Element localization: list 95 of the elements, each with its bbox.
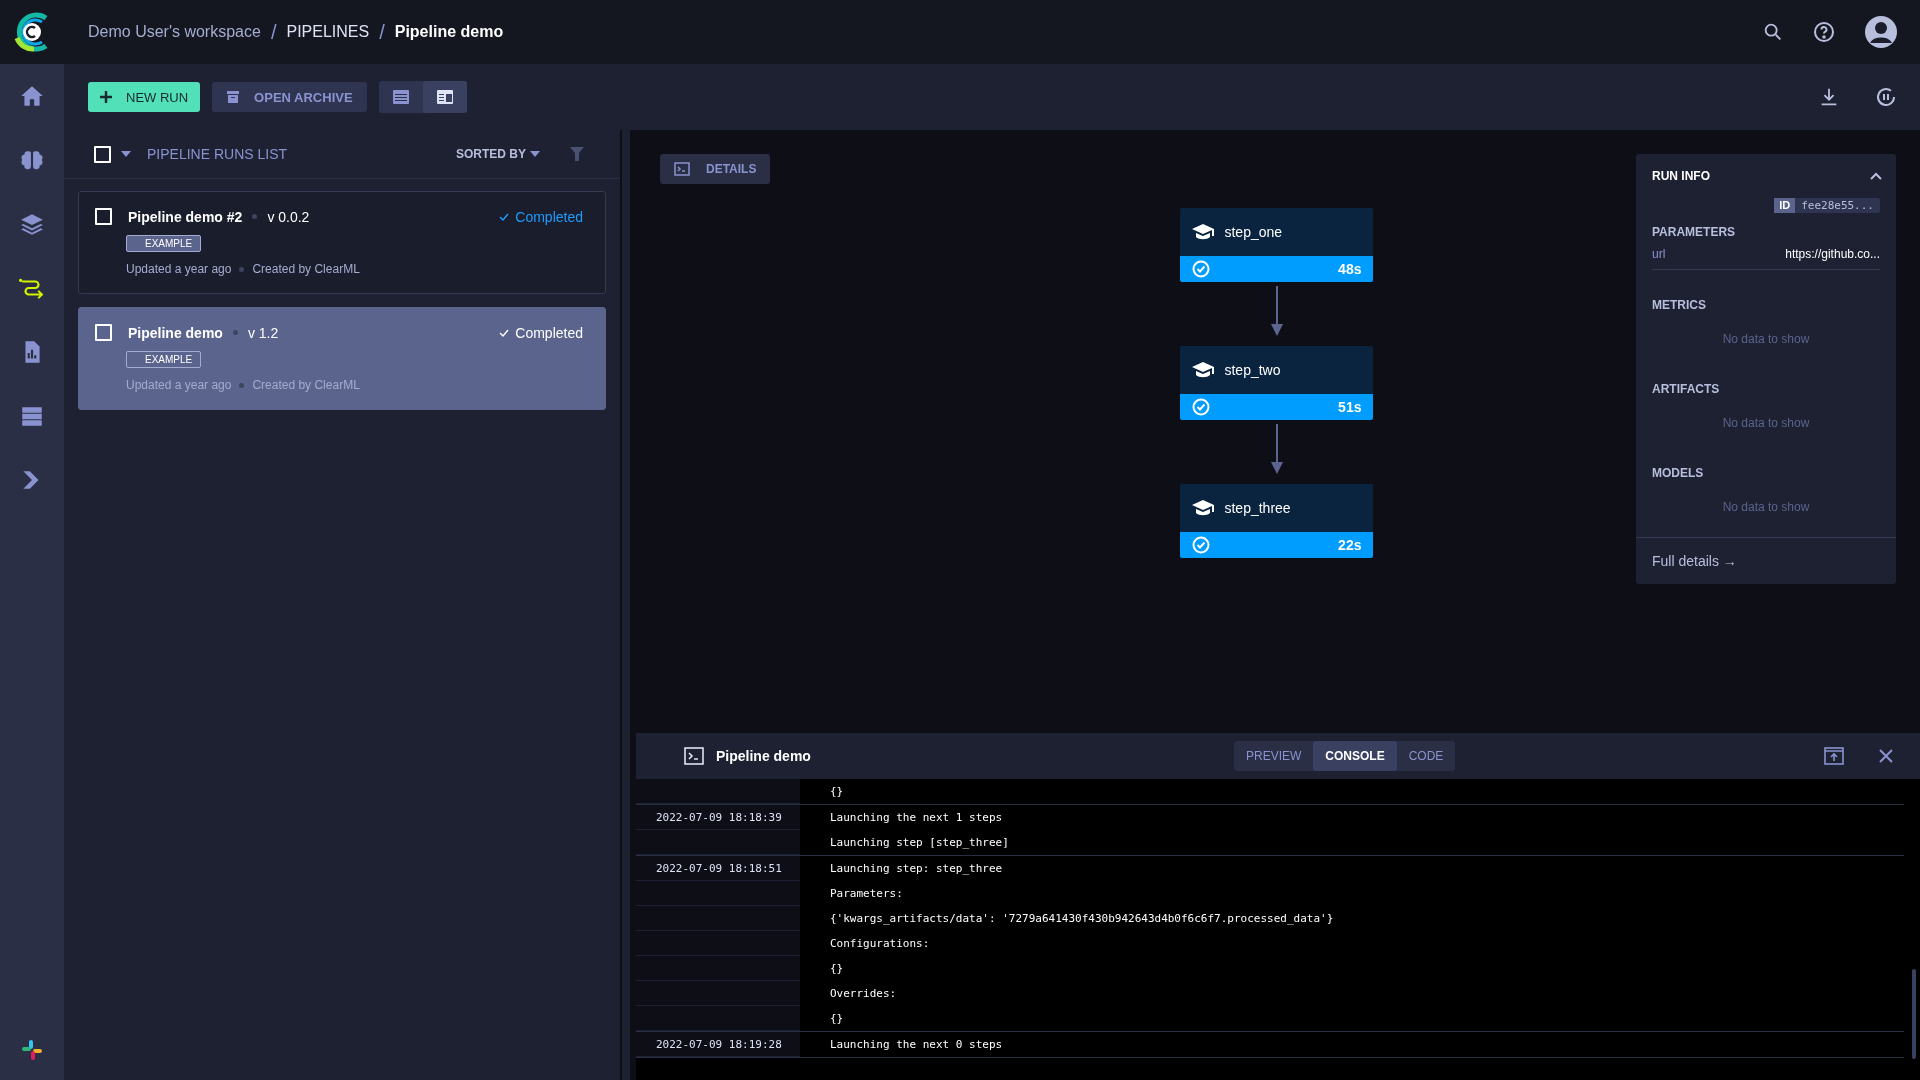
new-run-button[interactable]: NEW RUN [88,82,201,112]
run-name: Pipeline demo [128,324,223,341]
run-status: Completed [515,208,583,225]
terminal-icon [674,162,690,176]
connector-arrow [1270,286,1283,336]
separator-dot [232,330,238,335]
log-timestamp-cell: 2022-07-09 18:19:28 [636,1032,800,1057]
log-line: Launching the next 0 steps [830,1038,1003,1051]
search-icon[interactable] [1762,21,1784,43]
graduation-cap-icon [1192,223,1215,241]
breadcrumb-item[interactable]: Demo User's workspace [88,23,261,41]
run-checkbox[interactable] [95,324,112,341]
log-line: Overrides: [830,987,897,1000]
run-info-title: RUN INFO [1652,169,1710,183]
console-tab[interactable]: CODE [1396,741,1456,771]
breadcrumb-separator: / [379,20,385,44]
log-line: Launching step: step_three [830,862,1003,875]
console-title: Pipeline demo [716,748,812,764]
empty-message: No data to show [1721,499,1811,516]
breadcrumb-item: Pipeline demo [394,23,504,41]
runs-list-title: PIPELINE RUNS LIST [147,146,289,162]
parameter-key: url [1652,247,1666,261]
run-name: Pipeline demo #2 [128,208,243,225]
check-circle-icon [1192,398,1211,416]
slack-icon[interactable] [20,1038,44,1062]
run-creator: Created by ClearML [252,378,360,392]
split-view-icon [435,89,454,105]
run-tag: EXAMPLE [126,351,202,368]
run-checkbox[interactable] [95,208,112,225]
section-title: ARTIFACTS [1651,381,1721,396]
open-archive-button[interactable]: OPEN ARCHIVE [212,82,367,112]
caret-icon [530,151,540,157]
console-tab[interactable]: PREVIEW [1234,741,1314,771]
separator-dot [252,214,258,219]
run-tag: EXAMPLE [126,235,202,252]
separator-dot [239,266,245,272]
log-line: {'kwargs_artifacts/data': '7279a641430f430b942643d4b0f6c6f7.processed_data'} [830,912,1334,925]
log-timestamp-cell: 2022-07-09 18:18:51 [636,856,800,881]
run-updated: Updated a year ago [126,378,232,392]
step-name: step_two [1224,362,1281,378]
run-version: v 1.2 [247,324,279,341]
auto-refresh-icon[interactable] [1874,85,1898,109]
step-duration: 48s [1338,261,1362,277]
run-updated: Updated a year ago [126,262,232,276]
breadcrumb-separator: / [270,20,277,44]
step-name: step_one [1224,224,1283,240]
log-line: Configurations: [830,937,930,950]
maximize-icon[interactable] [1824,747,1844,765]
empty-message: No data to show [1721,331,1811,348]
log-line: Launching the next 1 steps [830,811,1003,824]
console-tab[interactable]: CONSOLE [1313,741,1397,771]
log-line: Launching step [step_three] [830,836,1009,849]
full-details-link[interactable]: Full details → [1652,553,1737,569]
sorted-by-dropdown[interactable]: SORTED BY [456,147,540,161]
details-view-button[interactable] [422,81,467,113]
check-circle-icon [1192,260,1211,278]
run-id-chip[interactable]: ID fee28e55... [1774,198,1880,213]
user-avatar-icon[interactable] [1864,15,1898,49]
scrollbar-thumb[interactable] [1912,969,1916,1059]
section-title: PARAMETERS [1651,224,1737,239]
section-title: METRICS [1651,297,1707,312]
details-button[interactable]: DETAILS [660,154,771,184]
step-duration: 51s [1338,399,1362,415]
separator-dot [239,382,245,388]
plus-icon [100,91,112,103]
close-icon[interactable] [1878,748,1894,764]
run-card[interactable]: Pipeline demo v 1.2 Completed EXAMPLE Updated a year ago Created by ClearML [78,307,606,410]
breadcrumb-item[interactable]: PIPELINES [286,23,370,41]
log-line: {} [830,962,844,975]
log-timestamp-cell: 2022-07-09 18:18:39 [636,805,800,830]
help-icon[interactable] [1812,20,1836,44]
caret-icon[interactable] [121,151,131,157]
step-name: step_three [1224,500,1291,516]
log-line: Parameters: [830,887,903,900]
collapse-chevron-icon[interactable] [1870,172,1882,180]
log-line: {} [830,785,844,798]
run-version: v 0.0.2 [267,208,310,225]
log-line: {} [830,1012,844,1025]
empty-message: No data to show [1721,415,1811,432]
checkmark-icon [499,212,510,221]
graduation-cap-icon [1192,499,1215,517]
run-creator: Created by ClearML [252,262,360,276]
connector-arrow [1270,424,1283,474]
parameter-value: https://github.co... [1785,247,1880,261]
step-duration: 22s [1338,537,1362,553]
select-all-checkbox[interactable] [94,145,111,163]
graduation-cap-icon [1192,361,1215,379]
checkmark-icon [499,328,510,337]
run-status: Completed [515,324,583,341]
check-circle-icon [1192,536,1211,554]
list-icon [391,89,410,105]
run-card[interactable]: Pipeline demo #2 v 0.0.2 Completed EXAMPLE Updated a year ago Created by ClearML [78,191,606,294]
terminal-icon [684,747,704,765]
section-title: MODELS [1651,465,1705,480]
archive-box-icon [226,90,241,104]
